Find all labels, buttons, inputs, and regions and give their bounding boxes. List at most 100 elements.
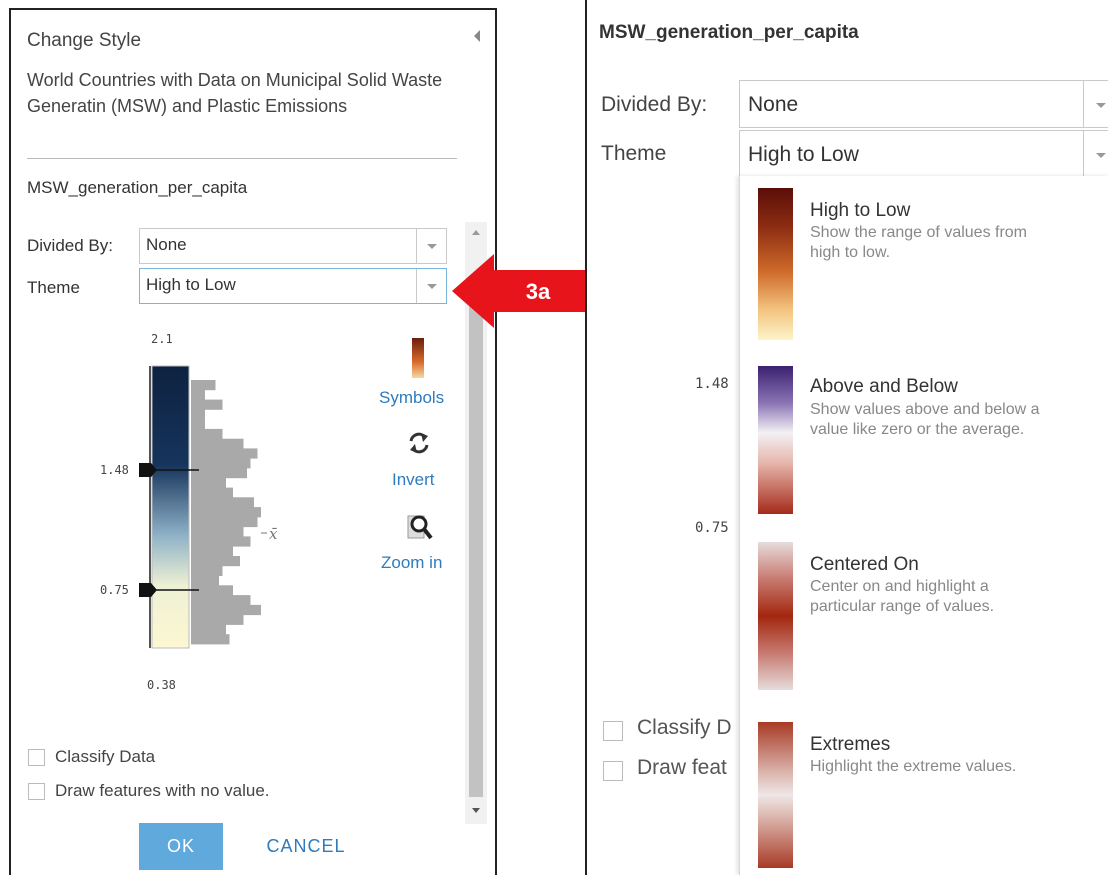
- classify-data-checkbox[interactable]: [603, 721, 623, 741]
- histogram-bar: [191, 477, 226, 488]
- theme-option-high-to-low[interactable]: High to Low Show the range of values fro…: [740, 176, 1108, 348]
- histogram-bar: [191, 595, 251, 606]
- histogram-bar: [191, 565, 223, 576]
- theme-label: Theme: [601, 142, 667, 165]
- histogram-bar: [191, 428, 223, 440]
- histogram-bar: [191, 614, 244, 625]
- histogram-bar: [191, 409, 205, 420]
- histogram-bar: [191, 604, 261, 616]
- histogram-slider: x̄: [139, 365, 278, 649]
- histogram-bar: [191, 507, 261, 518]
- max-value-label: 2.1: [151, 332, 173, 346]
- draw-no-value-checkbox[interactable]: [28, 783, 45, 800]
- chevron-down-icon: [427, 244, 437, 249]
- panel-title: Change Style: [27, 30, 142, 51]
- callout-arrow: 3a: [452, 254, 586, 328]
- histogram-bar: [191, 526, 244, 537]
- theme-option-name: Centered On: [810, 554, 919, 575]
- ok-button[interactable]: OK: [139, 823, 223, 870]
- draw-no-value-checkbox[interactable]: [603, 761, 623, 781]
- theme-option-extremes[interactable]: Extremes Highlight the extreme values.: [740, 716, 1108, 875]
- histogram-bar: [191, 458, 251, 469]
- theme-dropdown-panel: MSW_generation_per_capita Divided By: No…: [585, 0, 1108, 875]
- scrollbar-thumb[interactable]: [469, 282, 483, 797]
- histogram-bar: [191, 634, 230, 645]
- above-below-swatch: [758, 366, 793, 514]
- centered-on-swatch: [758, 542, 793, 690]
- mean-symbol: x̄: [269, 525, 278, 543]
- ramp-axis-line: [149, 366, 151, 648]
- draw-no-value-label: Draw features with no value.: [55, 781, 270, 800]
- upper-handle-value: 1.48: [100, 463, 129, 477]
- cancel-button[interactable]: CANCEL: [251, 823, 361, 870]
- divided-by-select[interactable]: None: [139, 228, 447, 264]
- theme-option-above-below[interactable]: Above and Below Show values above and be…: [740, 356, 1108, 528]
- histogram-bars: [191, 380, 261, 645]
- histogram-bar: [191, 380, 216, 391]
- change-style-panel: Change Style World Countries with Data o…: [9, 8, 497, 875]
- divided-by-label: Divided By:: [27, 236, 113, 255]
- upper-handle-value: 1.48: [695, 376, 729, 392]
- theme-value: High to Low: [146, 275, 236, 294]
- draw-no-value-label: Draw feat: [637, 756, 727, 779]
- histogram-bar: [191, 536, 251, 547]
- color-ramp: [151, 365, 190, 649]
- zoom-in-button[interactable]: Zoom in: [381, 553, 442, 573]
- histogram-bar: [191, 546, 233, 557]
- invert-button[interactable]: Invert: [392, 470, 435, 490]
- scroll-up-icon[interactable]: [472, 230, 480, 235]
- histogram-bar: [191, 419, 205, 430]
- theme-option-desc: Show the range of values from high to lo…: [810, 224, 1028, 261]
- histogram-bar: [191, 389, 205, 400]
- field-name: MSW_generation_per_capita: [599, 22, 859, 43]
- theme-option-name: Extremes: [810, 734, 891, 755]
- callout-label: 3a: [526, 279, 551, 304]
- histogram-bar: [191, 497, 254, 508]
- scroll-down-icon[interactable]: [472, 808, 480, 813]
- theme-option-centered-on[interactable]: Centered On Center on and highlight a pa…: [740, 536, 1108, 708]
- divided-by-value: None: [146, 235, 187, 254]
- lower-handle-value: 0.75: [695, 520, 729, 536]
- theme-option-name: High to Low: [810, 200, 911, 221]
- min-value-label: 0.38: [147, 678, 176, 692]
- theme-option-desc: Highlight the extreme values.: [810, 758, 1017, 775]
- classify-data-label: Classify D: [637, 716, 732, 739]
- theme-option-desc: Show values above and below a value like…: [810, 401, 1040, 438]
- divided-by-select[interactable]: None: [739, 80, 1108, 128]
- invert-refresh-icon[interactable]: [406, 430, 432, 456]
- theme-label: Theme: [27, 278, 80, 297]
- classify-data-checkbox[interactable]: [28, 749, 45, 766]
- theme-options-list: High to Low Show the range of values fro…: [739, 176, 1108, 875]
- histogram-bar: [191, 487, 233, 498]
- histogram-bar: [191, 516, 258, 528]
- divided-by-value: None: [748, 93, 799, 116]
- layer-description: World Countries with Data on Municipal S…: [27, 70, 443, 116]
- theme-select[interactable]: High to Low: [139, 268, 447, 304]
- theme-option-desc: Center on and highlight a particular ran…: [810, 578, 995, 615]
- divider: [27, 158, 457, 159]
- classify-data-label: Classify Data: [55, 747, 156, 766]
- red-arrow-shape: [452, 254, 586, 328]
- extremes-swatch: [758, 722, 793, 868]
- histogram-bar: [191, 624, 226, 635]
- zoom-in-magnifier-icon[interactable]: [407, 513, 433, 543]
- symbols-gradient-icon[interactable]: [412, 338, 424, 378]
- theme-select[interactable]: High to Low: [739, 130, 1108, 178]
- histogram-bar: [191, 438, 244, 449]
- chevron-down-icon: [1096, 103, 1106, 108]
- divided-by-label: Divided By:: [601, 93, 708, 116]
- chevron-down-icon: [1096, 153, 1106, 158]
- lower-handle-value: 0.75: [100, 583, 129, 597]
- theme-value: High to Low: [748, 143, 859, 166]
- high-to-low-swatch: [758, 188, 793, 340]
- histogram-bar: [191, 448, 258, 459]
- field-name: MSW_generation_per_capita: [27, 178, 248, 197]
- collapse-panel-icon[interactable]: [474, 30, 480, 42]
- histogram-bar: [191, 468, 247, 479]
- symbols-button[interactable]: Symbols: [379, 388, 444, 408]
- histogram-bar: [191, 399, 223, 410]
- chevron-down-icon: [427, 284, 437, 289]
- histogram-bar: [191, 556, 240, 567]
- histogram-bar: [191, 575, 219, 586]
- theme-option-name: Above and Below: [810, 376, 958, 397]
